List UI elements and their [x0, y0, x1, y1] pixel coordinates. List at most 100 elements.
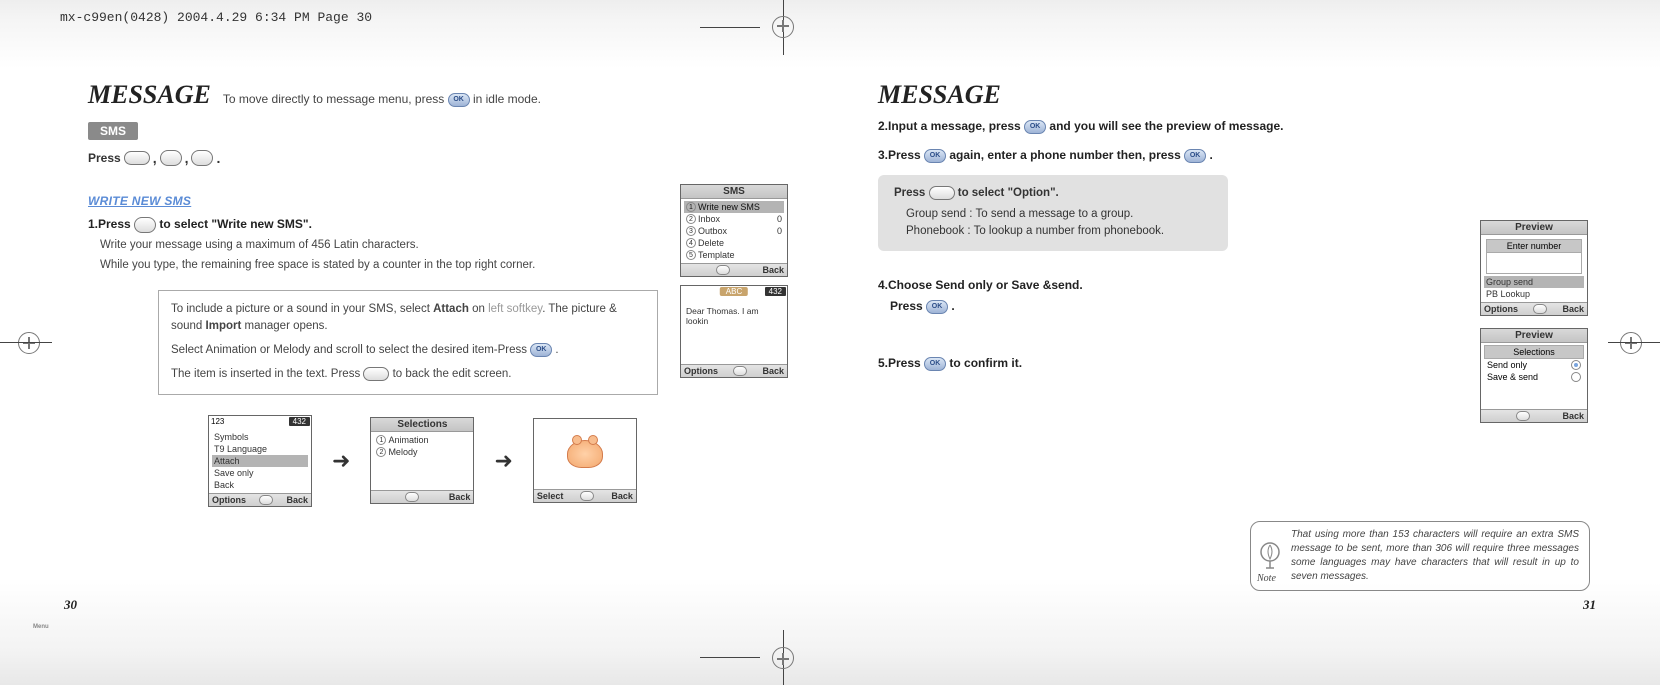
graybox-line2: Phonebook : To lookup a number from phon…	[894, 223, 1212, 240]
page-title: MESSAGE	[88, 80, 211, 110]
softkey-back[interactable]: Back	[611, 491, 633, 501]
nav-icon[interactable]	[1516, 411, 1530, 421]
ok-key-icon: OK	[448, 93, 470, 107]
step-4-press: Press OK .	[890, 298, 1572, 315]
menu-item[interactable]: Delete	[698, 238, 724, 248]
menu-index: 1	[686, 202, 696, 212]
softkey-options[interactable]: Options	[212, 495, 246, 505]
nav-icon[interactable]	[259, 495, 273, 505]
softkey-back[interactable]: Back	[286, 495, 308, 505]
page-number: 31	[1583, 597, 1596, 613]
radio-icon[interactable]	[1571, 372, 1581, 382]
crop-plus-icon	[23, 337, 35, 349]
softkey-back[interactable]: Back	[1562, 304, 1584, 314]
softkey-options[interactable]: Options	[1484, 304, 1518, 314]
ok-key-icon: OK	[530, 343, 552, 357]
sms-editor-text[interactable]: Dear Thomas. I am lookin	[684, 304, 784, 328]
menu-item[interactable]: Animation	[388, 435, 428, 445]
menu-key-icon: Menu	[124, 151, 150, 165]
softkey-back[interactable]: Back	[762, 366, 784, 376]
options-item[interactable]: Attach	[212, 455, 308, 467]
graybox-head-b: to select "Option".	[958, 187, 1059, 199]
radio-icon[interactable]	[1571, 360, 1581, 370]
options-item[interactable]: Symbols	[212, 431, 308, 443]
tip-attach-box: To include a picture or a sound in your …	[158, 290, 658, 395]
note-box: Note That using more than 153 characters…	[1250, 521, 1590, 591]
softkey-back[interactable]: Back	[762, 265, 784, 275]
menu-index: 4	[686, 238, 696, 248]
menu-key-icon	[363, 367, 389, 381]
ok-key-icon: OK	[1184, 149, 1206, 163]
press-label: Press	[88, 151, 121, 165]
option-pb-lookup[interactable]: PB Lookup	[1484, 288, 1584, 300]
step-4a: 4.Choose Send only or Save &send.	[878, 278, 1083, 292]
phone-title: Preview	[1481, 221, 1587, 235]
menu-key-icon	[929, 186, 955, 200]
arrow-right-icon: ➜	[494, 448, 512, 474]
crop-plus-icon	[777, 20, 789, 32]
step-2: 2.Input a message, press OK and you will…	[878, 118, 1572, 135]
page-title: MESSAGE	[878, 80, 1001, 110]
crop-mark	[700, 657, 760, 658]
options-item[interactable]: Save only	[212, 467, 308, 479]
menu-item[interactable]: Outbox	[698, 226, 727, 236]
page-right: MESSAGE 2.Input a message, press OK and …	[850, 60, 1620, 625]
tip-text: To include a picture or a sound in your …	[171, 303, 433, 315]
note-text: That using more than 153 characters will…	[1291, 529, 1579, 582]
phone-screen-preview-selections: Preview Selections Send only Save & send…	[1480, 328, 1588, 423]
nav-icon[interactable]	[716, 265, 730, 275]
tip-period: .	[555, 344, 558, 356]
page-left: MESSAGE To move directly to message menu…	[40, 60, 810, 625]
note-icon	[1255, 541, 1285, 571]
comma: ,	[185, 150, 189, 166]
menu-badge: 0	[777, 214, 782, 224]
tip-attach: Attach	[433, 303, 469, 315]
menu-index: 3	[686, 226, 696, 236]
nav-icon[interactable]	[733, 366, 747, 376]
comma: ,	[153, 150, 157, 166]
option-send-only[interactable]: Send only	[1487, 360, 1527, 370]
tip-line3b: to back the edit screen.	[393, 368, 512, 380]
popup-enter-number: Enter number	[1487, 240, 1581, 253]
tip-text: on	[469, 303, 488, 315]
menu-item[interactable]: Inbox	[698, 214, 720, 224]
press-keys-row: Press Menu , , .	[88, 150, 782, 166]
phone-screen-sms-menu: SMS 1Write new SMS 2Inbox0 3Outbox0 4Del…	[680, 184, 788, 277]
softkey-select[interactable]: Select	[537, 491, 564, 501]
number-input[interactable]	[1487, 253, 1581, 273]
menu-item[interactable]: Write new SMS	[698, 202, 760, 212]
ok-key-icon: OK	[924, 357, 946, 371]
phone-screen-editor: ABC 432 Dear Thomas. I am lookin Options…	[680, 285, 788, 378]
menu-index: 5	[686, 250, 696, 260]
menu-index: 2	[376, 447, 386, 457]
graybox-line1: Group send : To send a message to a grou…	[894, 206, 1212, 223]
nav-icon[interactable]	[405, 492, 419, 502]
options-item[interactable]: Back	[212, 479, 308, 491]
step-3: 3.Press OK again, enter a phone number t…	[878, 147, 1572, 164]
crop-mark	[700, 27, 760, 28]
softkey-back[interactable]: Back	[1562, 411, 1584, 421]
subtitle-text-a: To move directly to message menu, press	[223, 92, 448, 106]
menu-item[interactable]: Melody	[388, 447, 417, 457]
nav-icon[interactable]	[1533, 304, 1547, 314]
graybox-head-a: Press	[894, 187, 929, 199]
one-key-icon	[160, 150, 182, 166]
nav-icon[interactable]	[580, 491, 594, 501]
softkey-options[interactable]: Options	[684, 366, 718, 376]
print-meta: mx-c99en(0428) 2004.4.29 6:34 PM Page 30	[60, 10, 372, 25]
option-save-and-send[interactable]: Save & send	[1487, 372, 1538, 382]
char-counter: 432	[289, 417, 310, 426]
menu-badge: 0	[777, 226, 782, 236]
char-counter: 432	[765, 287, 786, 296]
menu-index: 1	[376, 435, 386, 445]
option-group-send[interactable]: Group send	[1484, 276, 1584, 288]
options-item[interactable]: T9 Language	[212, 443, 308, 455]
softkey-back[interactable]: Back	[449, 492, 471, 502]
ok-key-icon: OK	[924, 149, 946, 163]
note-label: Note	[1257, 572, 1276, 586]
phone-screen-preview-enter-number: Preview Enter number Group send PB Looku…	[1480, 220, 1588, 316]
menu-index: 2	[686, 214, 696, 224]
menu-item[interactable]: Template	[698, 250, 735, 260]
phone-screen-attach-preview: Select Back	[533, 418, 637, 503]
phone-screen-selections: Selections 1Animation 2Melody Back	[370, 417, 474, 504]
